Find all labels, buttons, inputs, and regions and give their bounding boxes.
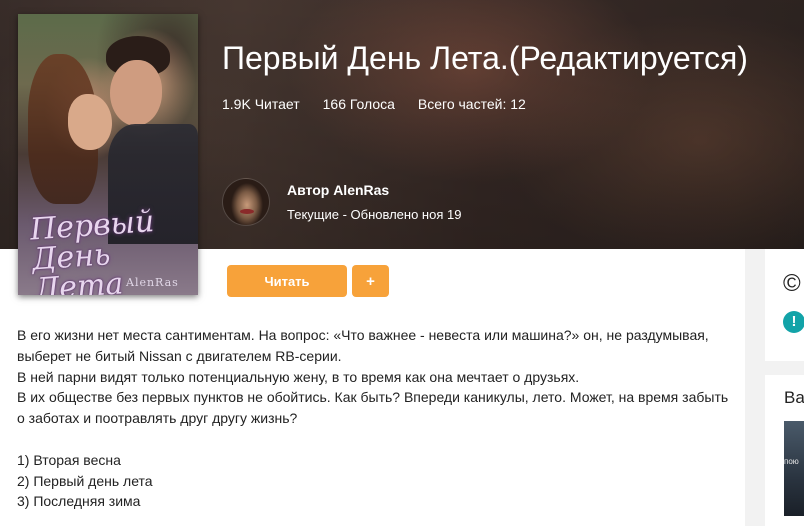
recommended-story-thumbnail[interactable]: пою bbox=[784, 421, 804, 516]
votes-count: 166 Голоса bbox=[322, 96, 395, 112]
description-line: 1) Вторая весна bbox=[17, 451, 121, 468]
add-to-list-button[interactable]: + bbox=[352, 265, 389, 297]
reads-count: 1.9K Читает bbox=[222, 96, 300, 112]
parts-count: Всего частей: 12 bbox=[417, 96, 526, 112]
author-avatar[interactable] bbox=[222, 178, 270, 226]
description-line bbox=[17, 429, 737, 450]
sidebar-heading: Ва bbox=[784, 388, 804, 407]
author-name-link[interactable]: Автор AlenRas bbox=[287, 182, 389, 198]
description-line: 3) Последняя зима bbox=[17, 493, 141, 510]
story-title: Первый День Лета.(Редактируется) bbox=[222, 40, 748, 76]
description-line: В их обществе без первых пунктов не обой… bbox=[17, 389, 729, 427]
alert-icon[interactable]: ! bbox=[783, 311, 804, 333]
description-line: В его жизни нет места сантиментам. На во… bbox=[17, 327, 709, 364]
story-description: В его жизни нет места сантиментам. На во… bbox=[17, 325, 737, 512]
story-cover[interactable]: Первый День Лета AlenRas bbox=[18, 14, 198, 295]
copyright-icon: © bbox=[783, 270, 801, 297]
cover-author-art: AlenRas bbox=[126, 276, 179, 289]
description-line: В ней парни видят только потенциальную ж… bbox=[17, 368, 580, 385]
read-button[interactable]: Читать bbox=[227, 265, 347, 297]
description-line: 2) Первый день лета bbox=[17, 472, 153, 489]
sidebar-card-info bbox=[765, 249, 804, 361]
story-stats: 1.9K Читает 166 Голоса Всего частей: 12 bbox=[222, 96, 549, 116]
story-status: Текущие - Обновлено ноя 19 bbox=[287, 207, 462, 222]
